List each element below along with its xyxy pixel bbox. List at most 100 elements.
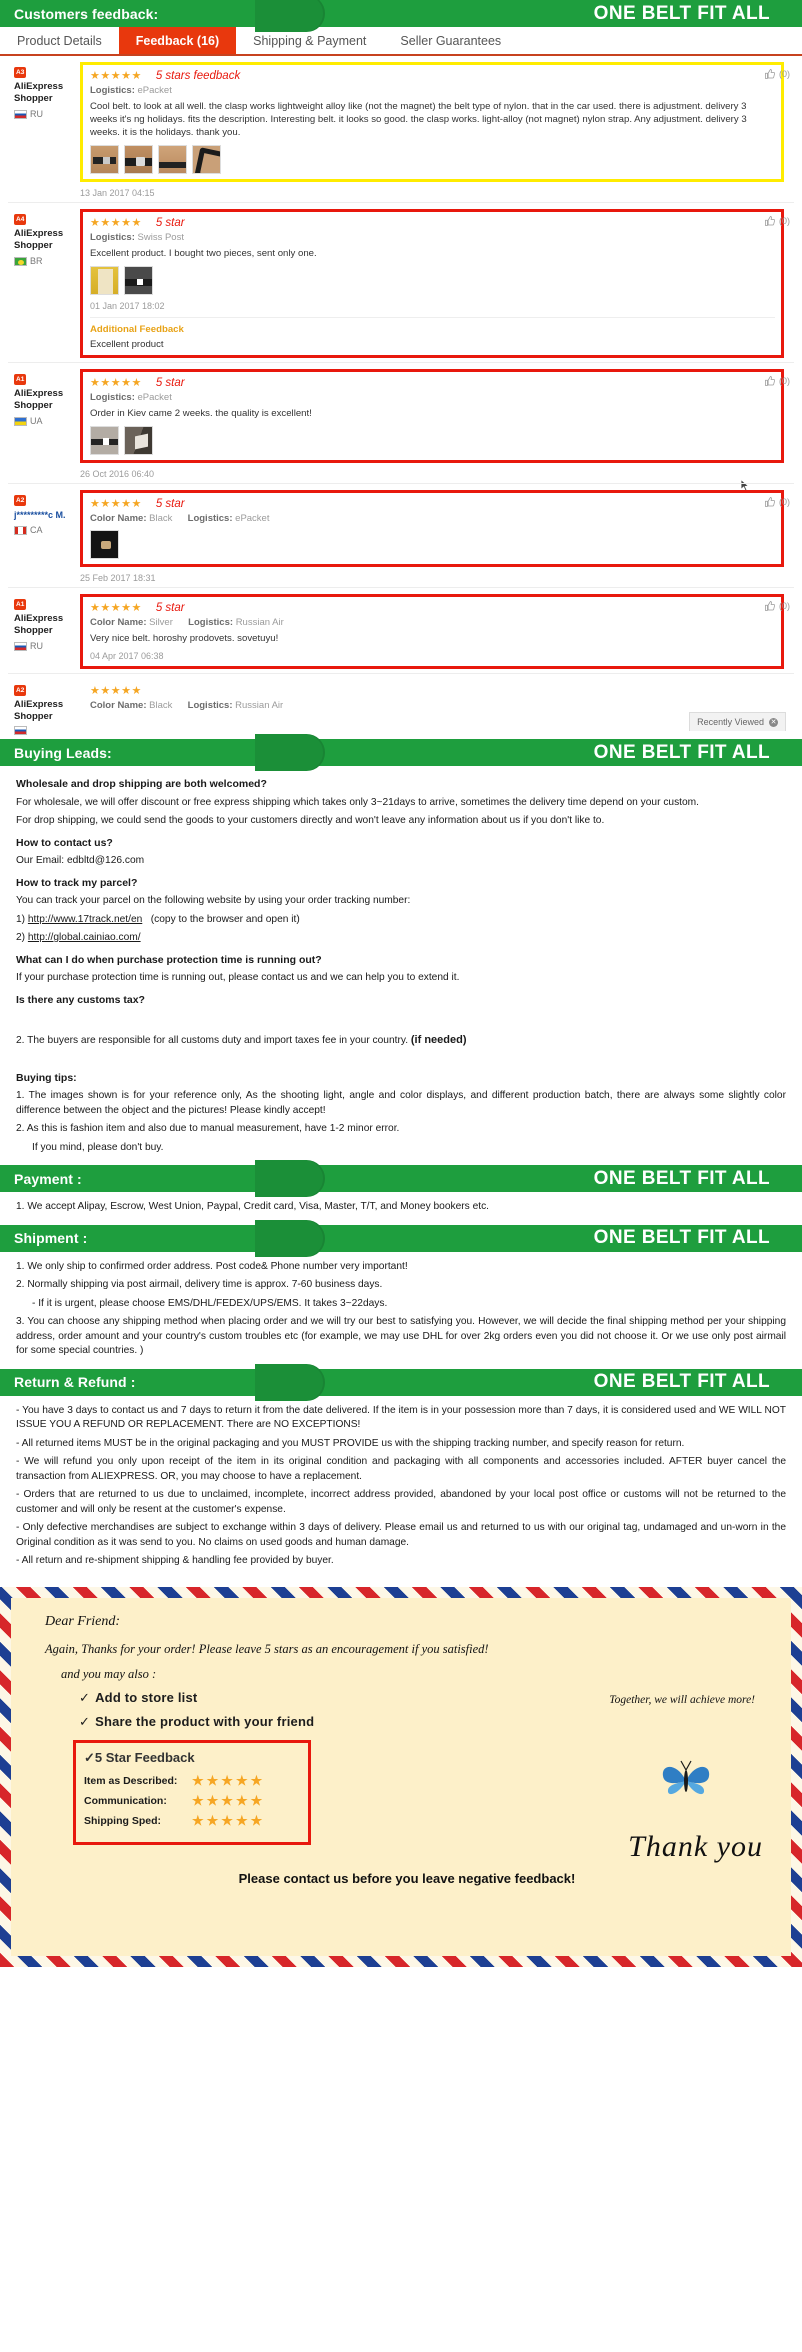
reviewer-name-wrap: A4 AliExpress Shopper bbox=[14, 213, 80, 252]
rating-row-shipping-speed: Shipping Sped: ★★★★★ bbox=[84, 1813, 298, 1829]
logistics-label: Logistics: bbox=[187, 700, 233, 711]
tracking-link-17track[interactable]: http://www.17track.net/en bbox=[28, 914, 142, 925]
rating-annotation: 5 star bbox=[155, 376, 185, 389]
helpful-button[interactable]: (0) bbox=[764, 68, 790, 80]
helpful-count: (0) bbox=[779, 216, 790, 226]
tracking-link-cainiao[interactable]: http://global.cainiao.com/ bbox=[28, 932, 141, 943]
color-value: Black bbox=[149, 700, 173, 711]
thumbs-up-icon bbox=[765, 376, 775, 386]
review-photo-thumbnail[interactable] bbox=[90, 530, 119, 559]
ribbon-notch-shape bbox=[255, 1219, 325, 1257]
tab-feedback[interactable]: Feedback (16) bbox=[118, 27, 237, 54]
review-photo-thumbnail[interactable] bbox=[158, 145, 187, 174]
review-header: ★★★★★ 5 star bbox=[90, 376, 775, 390]
recently-viewed-label: Recently Viewed bbox=[697, 717, 764, 727]
helpful-button[interactable]: (0) bbox=[764, 496, 790, 508]
rating-row-communication: Communication: ★★★★★ bbox=[84, 1793, 298, 1809]
reviewer-country: CA bbox=[14, 524, 80, 536]
rating-annotation: 5 star bbox=[155, 216, 185, 229]
reviewer-info: A1 AliExpress Shopper UA bbox=[8, 369, 80, 479]
helpful-button[interactable]: (0) bbox=[764, 215, 790, 227]
country-code: RU bbox=[30, 641, 43, 651]
banner-customers-feedback: Customers feedback: ONE BELT FIT ALL bbox=[0, 0, 802, 32]
level-badge: A4 bbox=[14, 214, 27, 225]
review-body: ★★★★★ Color Name: Black Logistics: Russi… bbox=[80, 680, 794, 735]
close-icon[interactable]: ✕ bbox=[769, 717, 778, 727]
review-photo-thumbnail[interactable] bbox=[90, 266, 119, 295]
faq-answer-protection: If your purchase protection time is runn… bbox=[16, 972, 460, 983]
banner-brand-text: ONE BELT FIT ALL bbox=[593, 1227, 770, 1248]
color-value: Silver bbox=[149, 617, 173, 628]
divider bbox=[90, 317, 775, 318]
country-code: BR bbox=[30, 256, 43, 266]
ribbon-notch-shape bbox=[255, 1160, 325, 1197]
review-photo-thumbnail[interactable] bbox=[90, 426, 119, 455]
reviewer-name-wrap: A1 AliExpress Shopper bbox=[14, 598, 80, 637]
faq-question-contact: How to contact us? bbox=[16, 836, 113, 849]
rating-label: Shipping Sped: bbox=[84, 1814, 161, 1827]
rating-label: Communication: bbox=[84, 1794, 167, 1807]
customs-duty-emphasis: (if needed) bbox=[410, 1034, 467, 1046]
star-rating: ★★★★★ bbox=[90, 377, 142, 389]
flag-icon-ca bbox=[14, 525, 27, 535]
review-card-highlight-yellow: ★★★★★ 5 stars feedback Logistics: ePacke… bbox=[80, 62, 784, 182]
level-badge: A1 bbox=[14, 374, 27, 385]
helpful-count: (0) bbox=[779, 601, 790, 611]
return-line-6: - All return and re-shipment shipping & … bbox=[16, 1555, 334, 1566]
review-header: ★★★★★ 5 star bbox=[90, 601, 775, 615]
review-photo-thumbnail[interactable] bbox=[124, 145, 153, 174]
review-photo-thumbnails bbox=[90, 530, 775, 559]
banner-label: Payment : bbox=[14, 1170, 82, 1187]
product-description-page: Customers feedback: ONE BELT FIT ALL Pro… bbox=[0, 0, 802, 1967]
star-rating: ★★★★★ bbox=[90, 685, 142, 697]
recently-viewed-widget[interactable]: Recently Viewed ✕ bbox=[689, 712, 786, 731]
butterfly-icon bbox=[662, 1760, 710, 1794]
logistics-value: ePacket bbox=[235, 513, 270, 524]
logistics-value: ePacket bbox=[137, 392, 172, 403]
helpful-button[interactable]: (0) bbox=[764, 375, 790, 387]
review-photo-thumbnail[interactable] bbox=[192, 145, 221, 174]
rating-annotation: 5 star bbox=[155, 601, 185, 614]
review-photo-thumbnail[interactable] bbox=[124, 266, 153, 295]
reviewer-name-wrap: A2 j*********c M. bbox=[14, 494, 80, 521]
tracking-link-note: (copy to the browser and open it) bbox=[150, 913, 300, 925]
tab-product-details[interactable]: Product Details bbox=[0, 27, 119, 54]
banner-brand-text: ONE BELT FIT ALL bbox=[593, 2, 770, 24]
additional-feedback-text: Excellent product bbox=[90, 339, 164, 350]
shipment-line-1: 1. We only ship to confirmed order addre… bbox=[16, 1260, 408, 1272]
thumbs-up-icon bbox=[765, 497, 775, 507]
review-photo-thumbnail[interactable] bbox=[90, 145, 119, 174]
card-tagline: Together, we will achieve more! bbox=[609, 1693, 755, 1706]
review-photo-thumbnails bbox=[90, 145, 775, 174]
tab-seller-guarantees[interactable]: Seller Guarantees bbox=[383, 27, 518, 54]
table-row: A1 AliExpress Shopper RU ★★★★★ 5 star Co… bbox=[8, 588, 794, 674]
logistics-value: Swiss Post bbox=[137, 232, 184, 243]
payment-section: 1. We accept Alipay, Escrow, West Union,… bbox=[0, 1192, 802, 1225]
check-icon: ✓ bbox=[79, 1713, 91, 1729]
review-body: ★★★★★ 5 star Color Name: Black Logistics… bbox=[80, 490, 794, 583]
card-message: Again, Thanks for your order! Please lea… bbox=[45, 1641, 489, 1656]
rating-annotation: 5 stars feedback bbox=[155, 69, 241, 82]
payment-methods-line: 1. We accept Alipay, Escrow, West Union,… bbox=[16, 1201, 489, 1212]
shipment-line-4: 3. You can choose any shipping method wh… bbox=[16, 1316, 786, 1356]
shipment-line-3: - If it is urgent, please choose EMS/DHL… bbox=[32, 1297, 388, 1309]
flag-icon-ua bbox=[14, 416, 27, 426]
faq-question-protection: What can I do when purchase protection t… bbox=[16, 953, 322, 966]
checklist-label: Share the product with your friend bbox=[95, 1713, 315, 1729]
review-date: 26 Oct 2016 06:40 bbox=[80, 469, 155, 479]
review-meta: Color Name: Black Logistics: Russian Air bbox=[90, 700, 778, 711]
rating-label: Item as Described: bbox=[84, 1774, 178, 1787]
reviewer-name-wrap: A3 AliExpress Shopper bbox=[14, 66, 80, 105]
review-photo-thumbnail[interactable] bbox=[124, 426, 153, 455]
checklist-label: Add to store list bbox=[95, 1689, 198, 1705]
customs-duty-text: 2. The buyers are responsible for all cu… bbox=[16, 1035, 409, 1046]
table-row: A1 AliExpress Shopper UA ★★★★★ 5 star Lo… bbox=[8, 363, 794, 484]
ribbon-notch-shape bbox=[255, 0, 325, 32]
logistics-label: Logistics: bbox=[90, 392, 135, 403]
helpful-button[interactable]: (0) bbox=[764, 600, 790, 612]
review-meta: Logistics: ePacket bbox=[90, 85, 775, 96]
banner-payment: Payment : ONE BELT FIT ALL bbox=[0, 1160, 802, 1197]
banner-brand-text: ONE BELT FIT ALL bbox=[593, 1371, 770, 1392]
faq-answer-wholesale: For wholesale, we will offer discount or… bbox=[16, 796, 699, 808]
color-label: Color Name: bbox=[90, 513, 147, 524]
